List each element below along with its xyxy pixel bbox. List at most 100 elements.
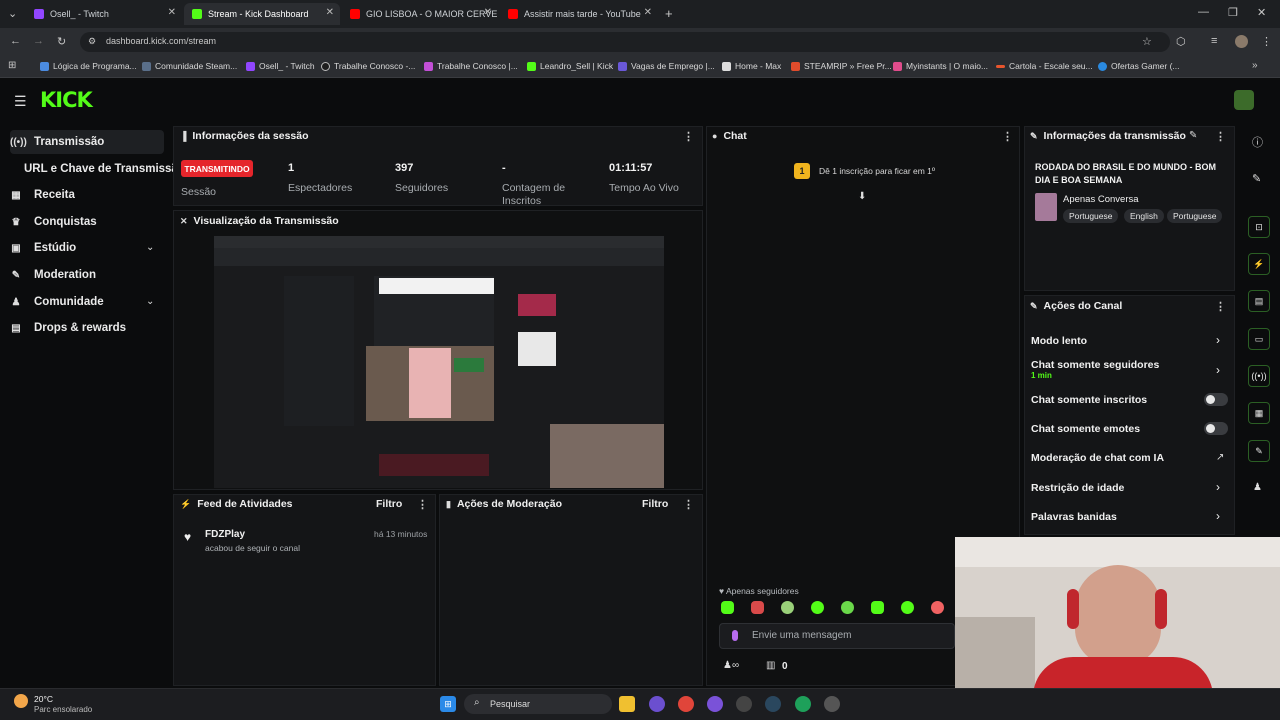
close-icon[interactable]: ✕ bbox=[326, 7, 334, 18]
maximize-icon[interactable]: ❐ bbox=[1228, 6, 1238, 19]
more-options-icon[interactable]: ⋮ bbox=[683, 130, 694, 143]
followers-only-item[interactable]: Chat somente seguidores bbox=[1031, 359, 1159, 371]
sidebar-item-conquistas[interactable]: ♛ Conquistas bbox=[10, 210, 164, 234]
app-icon[interactable] bbox=[795, 696, 811, 712]
edit-icon[interactable]: ✎ bbox=[1252, 172, 1261, 185]
media-icon[interactable]: ≡ bbox=[1211, 35, 1217, 47]
age-restriction-item[interactable]: Restrição de idade bbox=[1031, 482, 1124, 494]
emote-icon[interactable] bbox=[901, 601, 914, 614]
reload-icon[interactable]: ↻ bbox=[57, 35, 66, 48]
bookmark-item[interactable]: Home - Max bbox=[722, 61, 781, 71]
site-info-icon[interactable]: ⚙ bbox=[88, 36, 96, 47]
bookmark-item[interactable]: STEAMRIP » Free Pr... bbox=[791, 61, 892, 71]
more-options-icon[interactable]: ⋮ bbox=[1002, 130, 1013, 143]
menu-icon[interactable]: ⋮ bbox=[1261, 35, 1272, 48]
discord-icon[interactable] bbox=[649, 696, 665, 712]
close-icon[interactable]: ✕ bbox=[644, 7, 652, 18]
chevron-right-icon[interactable]: › bbox=[1216, 333, 1220, 347]
sidebar-item-comunidade[interactable]: ♟ Comunidade bbox=[10, 290, 164, 314]
bookmark-item[interactable]: Vagas de Emprego |... bbox=[618, 61, 715, 71]
tab-kick-dashboard[interactable]: Stream - Kick Dashboard ✕ bbox=[184, 3, 340, 25]
bookmark-item[interactable]: Trabalhe Conosco -... bbox=[321, 61, 415, 71]
store-icon[interactable]: ▥ bbox=[766, 660, 775, 671]
close-icon[interactable]: ✕ bbox=[168, 7, 176, 18]
moderation-icon[interactable]: ▦ bbox=[1248, 402, 1270, 424]
sidebar-item-estudio[interactable]: ▣ Estúdio bbox=[10, 236, 164, 260]
chevron-right-icon[interactable]: › bbox=[1216, 480, 1220, 494]
bookmark-item[interactable]: Myinstants | O maio... bbox=[893, 61, 988, 71]
emote-icon[interactable] bbox=[931, 601, 944, 614]
bookmark-star-icon[interactable]: ☆ bbox=[1142, 35, 1152, 48]
tab-twitch[interactable]: Osell_ - Twitch ✕ bbox=[26, 3, 182, 25]
sidebar-item-url-chave[interactable]: URL e Chave de Transmissão bbox=[24, 157, 185, 181]
info-icon[interactable]: ⓘ bbox=[1252, 134, 1263, 150]
users-icon[interactable]: ♟∞ bbox=[723, 660, 739, 671]
emote-icon[interactable] bbox=[751, 601, 764, 614]
window-close-icon[interactable]: ✕ bbox=[1257, 6, 1266, 19]
more-bookmarks-icon[interactable]: » bbox=[1252, 60, 1258, 71]
chevron-right-icon[interactable]: › bbox=[1216, 509, 1220, 523]
stream-preview-video[interactable] bbox=[214, 236, 664, 488]
close-icon[interactable]: ✕ bbox=[484, 7, 492, 18]
steam-icon[interactable] bbox=[765, 696, 781, 712]
layers-icon[interactable]: ▤ bbox=[1248, 290, 1270, 312]
chevron-down-icon[interactable]: ⌄ bbox=[146, 296, 154, 307]
emotes-only-toggle[interactable] bbox=[1204, 422, 1228, 435]
sidebar-item-receita[interactable]: ▦ Receita bbox=[10, 183, 164, 207]
windows-start-icon[interactable]: ⊞ bbox=[440, 696, 456, 712]
minimize-icon[interactable]: — bbox=[1198, 6, 1209, 18]
chevron-right-icon[interactable]: › bbox=[1216, 363, 1220, 377]
emote-icon[interactable] bbox=[781, 601, 794, 614]
back-icon[interactable]: ← bbox=[10, 35, 21, 47]
app-icon[interactable] bbox=[707, 696, 723, 712]
address-bar[interactable]: dashboard.kick.com/stream bbox=[80, 32, 1170, 52]
bookmark-item[interactable]: Trabalhe Conosco |... bbox=[424, 61, 518, 71]
emote-icon[interactable] bbox=[721, 601, 734, 614]
category-name[interactable]: Apenas Conversa bbox=[1063, 194, 1139, 205]
chrome-icon[interactable] bbox=[678, 696, 694, 712]
subs-only-toggle[interactable] bbox=[1204, 393, 1228, 406]
emote-icon[interactable] bbox=[871, 601, 884, 614]
weather-icon[interactable] bbox=[14, 694, 28, 708]
user-avatar[interactable] bbox=[1234, 90, 1254, 110]
bookmark-item[interactable]: Osell_ - Twitch bbox=[246, 61, 315, 71]
edit-pencil-icon[interactable]: ✎ bbox=[1189, 130, 1197, 141]
profile-avatar[interactable] bbox=[1235, 35, 1248, 48]
bookmark-item[interactable]: Cartola - Escale seu... bbox=[996, 61, 1093, 71]
more-options-icon[interactable]: ⋮ bbox=[1215, 130, 1226, 143]
ai-moderation-item[interactable]: Moderação de chat com IA bbox=[1031, 452, 1164, 464]
slow-mode-item[interactable]: Modo lento bbox=[1031, 335, 1087, 347]
sub-prompt-text[interactable]: Dê 1 inscrição para ficar em 1º bbox=[819, 166, 935, 176]
activity-user[interactable]: FDZPlay bbox=[205, 529, 245, 540]
apps-icon[interactable]: ⊞ bbox=[8, 60, 16, 71]
new-tab-icon[interactable]: + bbox=[665, 6, 673, 21]
taskbar-search[interactable]: ⌕ Pesquisar bbox=[464, 694, 612, 714]
community-icon[interactable]: ♟ bbox=[1253, 482, 1262, 493]
emote-icon[interactable] bbox=[811, 601, 824, 614]
lightning-icon[interactable]: ⚡ bbox=[1248, 253, 1270, 275]
chevron-down-icon[interactable]: ⌄ bbox=[146, 242, 154, 253]
hamburger-menu-icon[interactable]: ☰ bbox=[14, 93, 27, 110]
bookmark-item[interactable]: Ofertas Gamer (... bbox=[1098, 61, 1180, 71]
banned-words-item[interactable]: Palavras banidas bbox=[1031, 511, 1117, 523]
wrench-icon[interactable]: ✎ bbox=[1248, 440, 1270, 462]
tab-youtube-later[interactable]: Assistir mais tarde - YouTube ✕ bbox=[500, 3, 658, 25]
bookmark-item[interactable]: Leandro_Sell | Kick bbox=[527, 61, 613, 71]
tab-youtube-gio[interactable]: GIO LISBOA - O MAIOR CERVE ✕ bbox=[342, 3, 498, 25]
more-options-icon[interactable]: ⋮ bbox=[417, 498, 428, 511]
focus-icon[interactable]: ⊡ bbox=[1248, 216, 1270, 238]
app-icon[interactable] bbox=[824, 696, 840, 712]
chat-message-input[interactable]: Envie uma mensagem bbox=[719, 623, 955, 649]
activity-filter-button[interactable]: Filtro bbox=[376, 498, 402, 510]
moderation-filter-button[interactable]: Filtro bbox=[642, 498, 668, 510]
broadcast-icon[interactable]: ((•)) bbox=[1248, 365, 1270, 387]
bookmark-item[interactable]: Lógica de Programa... bbox=[40, 61, 137, 71]
sidebar-item-transmissao[interactable]: ((•)) Transmissão bbox=[10, 130, 164, 154]
chat-icon[interactable]: ▭ bbox=[1248, 328, 1270, 350]
tab-search-icon[interactable]: ⌄ bbox=[8, 7, 17, 20]
emote-icon[interactable] bbox=[841, 601, 854, 614]
pinned-icon[interactable]: ⬇ bbox=[858, 191, 866, 202]
more-options-icon[interactable]: ⋮ bbox=[1215, 300, 1226, 313]
obs-icon[interactable] bbox=[736, 696, 752, 712]
extensions-icon[interactable]: ⬡ bbox=[1176, 35, 1186, 48]
